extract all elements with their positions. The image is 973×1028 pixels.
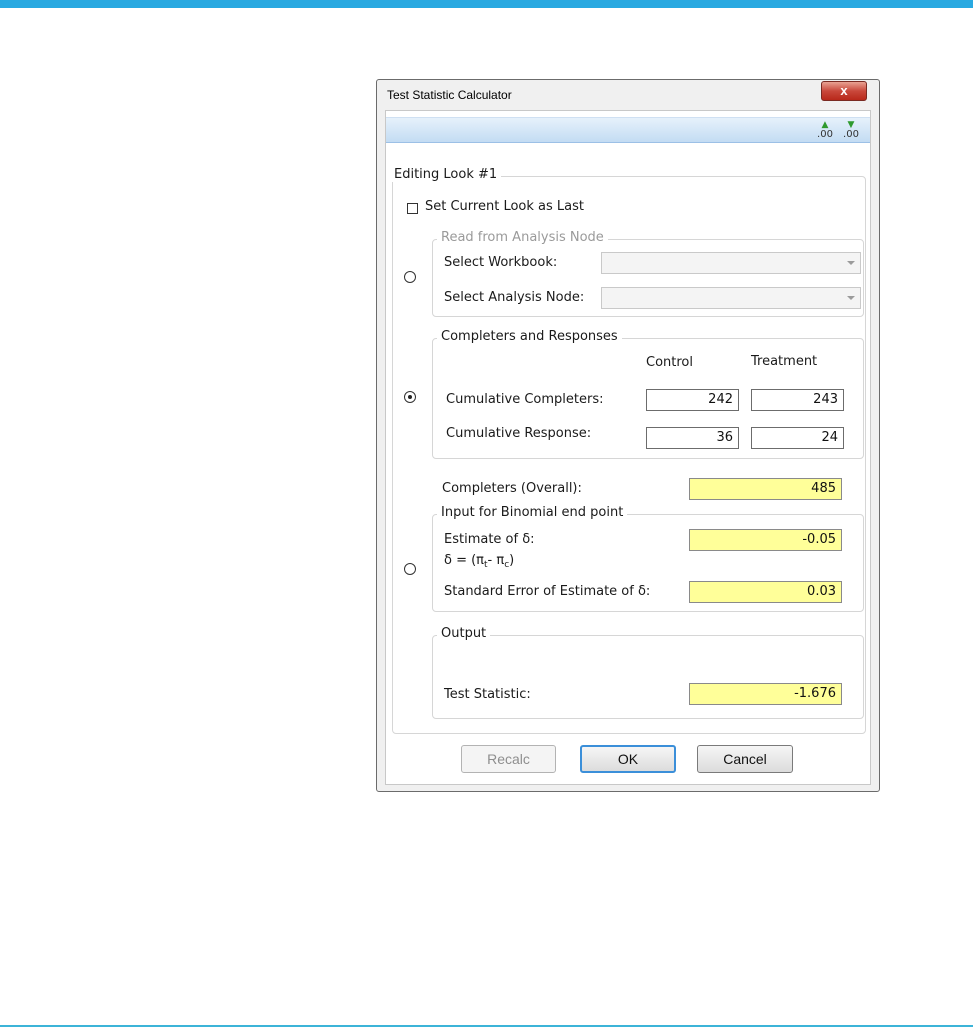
dialog-title: Test Statistic Calculator (387, 88, 512, 102)
column-treatment: Treatment (751, 354, 818, 369)
ok-button[interactable]: OK (580, 745, 676, 773)
binomial-legend: Input for Binomial end point (437, 505, 628, 520)
editing-look-group: Editing Look #1 Set Current Look as Last… (390, 167, 866, 734)
recalc-button[interactable]: Recalc (461, 745, 556, 773)
dialog-titlebar: Test Statistic Calculator x (377, 80, 879, 110)
standard-error-label: Standard Error of Estimate of δ: (444, 584, 651, 599)
binomial-group: Input for Binomial end point Estimate of… (432, 505, 864, 612)
editing-look-legend: Editing Look #1 (390, 167, 502, 182)
chevron-down-icon (847, 261, 855, 265)
completers-treatment-input[interactable]: 243 (751, 389, 844, 411)
analysis-node-select[interactable] (601, 287, 861, 309)
decrease-decimals-icon[interactable]: ▼ .00 (840, 121, 862, 140)
decimals-text: .00 (817, 129, 833, 140)
standard-error-value: 0.03 (689, 581, 842, 603)
chevron-down-icon (847, 296, 855, 300)
set-last-checkbox[interactable] (407, 203, 418, 214)
delta-definition: δ = (πt- πc) (444, 553, 515, 570)
decimals-text: .00 (843, 129, 859, 140)
top-accent-bar (0, 0, 973, 8)
test-statistic-value: -1.676 (689, 683, 842, 705)
output-legend: Output (437, 626, 491, 641)
toolbar: ▲ .00 ▼ .00 (386, 117, 870, 143)
completers-radio[interactable] (404, 391, 416, 403)
workbook-label: Select Workbook: (444, 255, 558, 270)
completers-legend: Completers and Responses (437, 329, 622, 344)
estimate-value: -0.05 (689, 529, 842, 551)
completers-overall-value: 485 (689, 478, 842, 500)
response-control-input[interactable]: 36 (646, 427, 739, 449)
test-statistic-dialog: Test Statistic Calculator x ▲ .00 ▼ .00 Ed… (376, 79, 880, 792)
response-treatment-input[interactable]: 24 (751, 427, 844, 449)
column-control: Control (646, 355, 693, 370)
set-last-label: Set Current Look as Last (425, 199, 584, 214)
analysis-node-label: Select Analysis Node: (444, 290, 585, 305)
cancel-button[interactable]: Cancel (697, 745, 793, 773)
workbook-select[interactable] (601, 252, 861, 274)
estimate-label: Estimate of δ: (444, 532, 535, 547)
analysis-node-group: Read from Analysis Node Select Workbook:… (432, 230, 864, 317)
completers-control-input[interactable]: 242 (646, 389, 739, 411)
test-statistic-label: Test Statistic: (444, 687, 531, 702)
cumulative-completers-label: Cumulative Completers: (446, 392, 604, 407)
output-group: Output Test Statistic: -1.676 (432, 626, 864, 719)
close-icon: x (840, 83, 848, 98)
close-button[interactable]: x (821, 81, 867, 101)
cumulative-response-label: Cumulative Response: (446, 426, 592, 441)
increase-decimals-icon[interactable]: ▲ .00 (814, 121, 836, 140)
analysis-node-legend: Read from Analysis Node (437, 230, 608, 245)
dialog-content: ▲ .00 ▼ .00 Editing Look #1 Set Current Lo… (385, 110, 871, 785)
completers-overall-label: Completers (Overall): (442, 481, 582, 496)
binomial-radio[interactable] (404, 563, 416, 575)
bottom-accent-line (0, 1025, 973, 1027)
analysis-node-radio[interactable] (404, 271, 416, 283)
completers-group: Completers and Responses Control Treatme… (432, 329, 864, 459)
